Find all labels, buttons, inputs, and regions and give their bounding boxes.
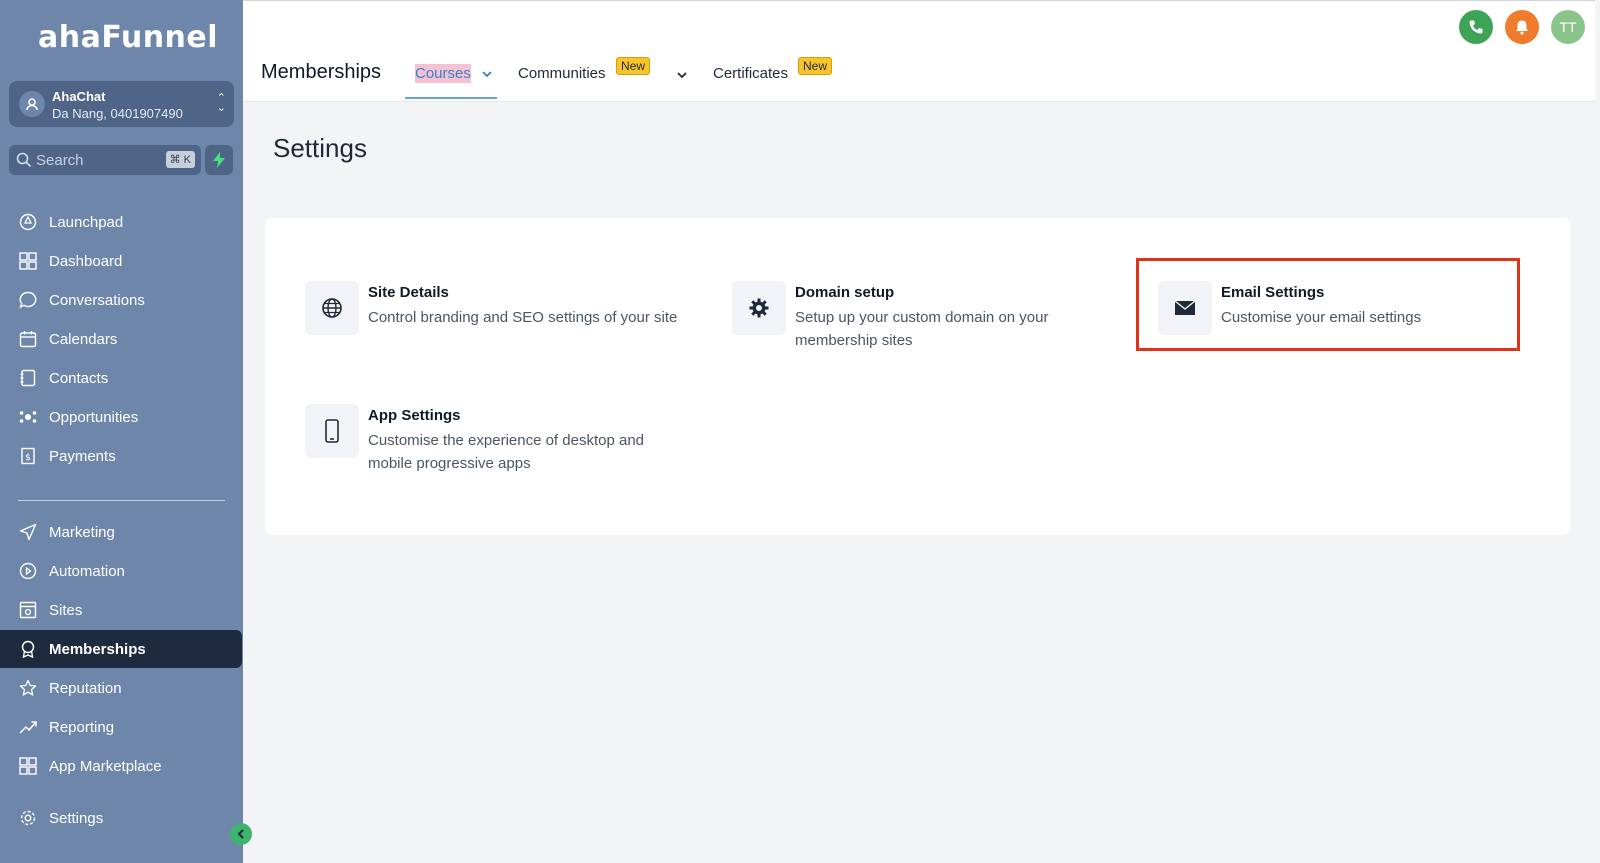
phone-button[interactable] xyxy=(1459,10,1493,44)
badge-icon xyxy=(18,639,38,659)
sidebar-item-reputation[interactable]: Reputation xyxy=(0,669,243,707)
phone-icon xyxy=(1469,20,1483,34)
search-icon xyxy=(16,152,32,173)
app-settings-item[interactable]: App Settings Customise the experience of… xyxy=(305,404,685,484)
notifications-button[interactable] xyxy=(1505,10,1539,44)
sidebar-item-label: Contacts xyxy=(49,369,109,387)
sidebar-item-label: Settings xyxy=(49,809,104,827)
chevron-down-icon[interactable] xyxy=(676,68,688,86)
sidebar-item-label: Opportunities xyxy=(49,408,139,426)
item-title: Domain setup xyxy=(795,284,895,301)
item-description: Customise the experience of desktop and … xyxy=(368,432,644,472)
tab-communities[interactable]: Communities xyxy=(518,65,606,82)
quick-action-bolt-icon[interactable] xyxy=(205,145,233,175)
sidebar-item-conversations[interactable]: Conversations xyxy=(0,281,243,319)
automation-icon xyxy=(18,561,38,581)
sidebar-item-opportunities[interactable]: Opportunities xyxy=(0,398,243,436)
sidebar-item-reporting[interactable]: Reporting xyxy=(0,708,243,746)
account-switcher[interactable]: AhaChat Da Nang, 0401907490 ⌃ ⌄ xyxy=(9,81,234,127)
sidebar-item-label: Conversations xyxy=(49,291,145,309)
star-icon xyxy=(18,678,38,698)
gear-icon xyxy=(18,808,38,828)
sidebar-item-label: Memberships xyxy=(49,640,146,658)
account-name: AhaChat xyxy=(52,89,106,104)
sidebar-item-contacts[interactable]: Contacts xyxy=(0,359,243,397)
sidebar-item-label: App Marketplace xyxy=(49,757,162,775)
opportunities-icon xyxy=(18,407,38,427)
sidebar-item-automation[interactable]: Automation xyxy=(0,552,243,590)
sidebar-item-label: Automation xyxy=(49,562,125,580)
collapse-sidebar-button[interactable] xyxy=(230,823,252,845)
sidebar-item-label: Launchpad xyxy=(49,213,124,231)
item-description: Setup up your custom domain on your memb… xyxy=(795,309,1049,349)
calendar-icon xyxy=(18,329,38,349)
top-actions: TT xyxy=(1459,10,1585,44)
tab-courses[interactable]: Courses xyxy=(415,64,471,83)
sidebar-item-payments[interactable]: $ Payments xyxy=(0,437,243,475)
gear-icon xyxy=(732,281,786,335)
active-tab-indicator xyxy=(405,97,497,99)
apps-icon xyxy=(18,756,38,776)
rocket-icon xyxy=(18,212,38,232)
highlight-box xyxy=(1136,258,1520,351)
sidebar-item-marketing[interactable]: Marketing xyxy=(0,513,243,551)
location-icon xyxy=(19,91,45,117)
domain-setup-item[interactable]: Domain setup Setup up your custom domain… xyxy=(732,281,1112,361)
item-title: Site Details xyxy=(368,284,449,301)
sidebar-item-label: Dashboard xyxy=(49,252,123,270)
tab-certificates[interactable]: Certificates xyxy=(713,65,788,82)
sites-icon xyxy=(18,600,38,620)
item-description: Control branding and SEO settings of you… xyxy=(368,309,678,326)
site-details-item[interactable]: Site Details Control branding and SEO se… xyxy=(305,281,685,361)
grid-icon xyxy=(18,251,38,271)
search-input[interactable]: Search ⌘ K xyxy=(9,145,201,175)
new-badge: New xyxy=(798,57,833,75)
chevron-updown-icon: ⌃ ⌄ xyxy=(216,92,226,114)
chevron-down-icon[interactable] xyxy=(481,67,493,85)
item-title: App Settings xyxy=(368,407,461,424)
sidebar-item-label: Payments xyxy=(49,447,116,465)
sidebar-item-dashboard[interactable]: Dashboard xyxy=(0,242,243,280)
receipt-icon: $ xyxy=(18,446,38,466)
contacts-icon xyxy=(18,368,38,388)
sidebar-item-memberships[interactable]: Memberships xyxy=(0,630,242,668)
sidebar-item-calendars[interactable]: Calendars xyxy=(0,320,243,358)
module-title: Memberships xyxy=(261,61,382,83)
sidebar-item-label: Reporting xyxy=(49,718,115,736)
svg-text:$: $ xyxy=(25,453,31,463)
new-badge: New xyxy=(616,57,651,75)
sidebar-item-label: Sites xyxy=(49,601,83,619)
search-placeholder: Search xyxy=(36,152,84,169)
page-title: Settings xyxy=(273,133,367,163)
sidebar-item-app-marketplace[interactable]: App Marketplace xyxy=(0,747,243,785)
sidebar: ahaFunnel AhaChat Da Nang, 0401907490 ⌃ ⌄… xyxy=(0,0,243,863)
account-location: Da Nang, 0401907490 xyxy=(52,106,183,121)
sidebar-item-label: Marketing xyxy=(49,523,115,541)
user-avatar[interactable]: TT xyxy=(1551,10,1585,44)
brand-logo[interactable]: ahaFunnel xyxy=(38,20,218,55)
chat-icon xyxy=(18,290,38,310)
sidebar-item-settings[interactable]: Settings xyxy=(0,799,243,837)
sidebar-divider xyxy=(18,500,225,501)
search-shortcut: ⌘ K xyxy=(165,151,195,168)
top-bar: Memberships Courses Communities New Cert… xyxy=(243,0,1595,102)
phone-icon xyxy=(305,404,359,458)
trend-icon xyxy=(18,717,38,737)
sidebar-item-label: Reputation xyxy=(49,679,122,697)
globe-icon xyxy=(305,281,359,335)
bell-icon xyxy=(1516,20,1528,35)
sidebar-item-launchpad[interactable]: Launchpad xyxy=(0,203,243,241)
sidebar-item-label: Calendars xyxy=(49,330,118,348)
sidebar-item-sites[interactable]: Sites xyxy=(0,591,243,629)
send-icon xyxy=(18,522,38,542)
